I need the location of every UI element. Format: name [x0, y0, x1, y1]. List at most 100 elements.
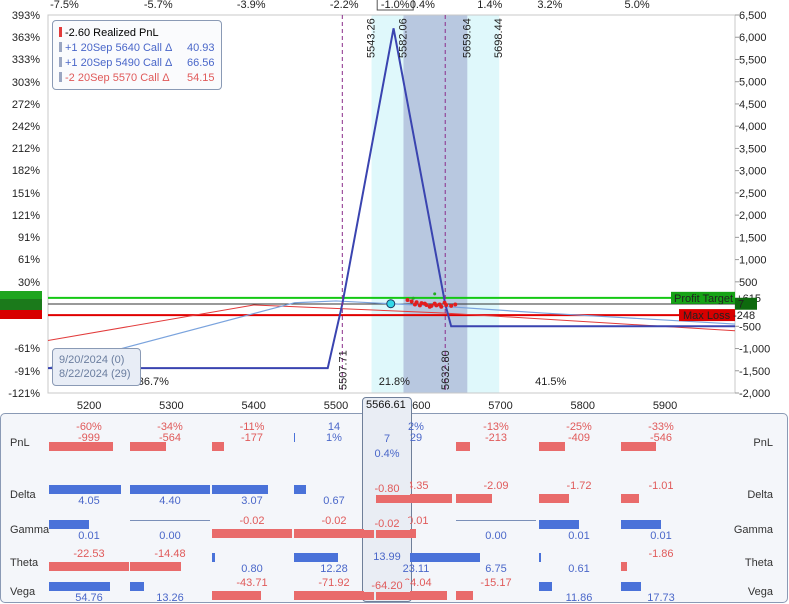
- sd-label: 5582.06: [397, 18, 409, 58]
- trade-dot: [412, 302, 417, 307]
- current-price-marker: [386, 299, 396, 309]
- x-tick-label: 5700: [488, 400, 512, 412]
- y-tick-label: 4,500: [739, 99, 767, 111]
- legend-item-2[interactable]: +1 20Sep 5490 Call Δ 66.56: [59, 57, 215, 69]
- top-pct-label: -5.7%: [144, 0, 173, 11]
- top-pct-label: 0.4%: [410, 0, 435, 11]
- zone-probability: 36.7%: [138, 376, 169, 388]
- y-pct-label: 91%: [18, 232, 40, 244]
- sd-bands: [371, 15, 500, 393]
- y-tick-label: 1,500: [739, 232, 767, 244]
- legend-item-value: 54.15: [187, 72, 215, 84]
- greek-bar: [130, 485, 210, 494]
- greek-value: -15.17: [480, 577, 512, 589]
- greek-label-left: Vega: [10, 586, 36, 598]
- current-greek-value: 7: [364, 433, 410, 445]
- y-tick-label: 3,500: [739, 143, 767, 155]
- greek-bar: [49, 562, 129, 571]
- y-tick-label: 3,000: [739, 166, 767, 178]
- greek-value: 3.07: [241, 495, 263, 507]
- profit-left-band: [0, 291, 42, 300]
- y-pct-label: -61%: [14, 343, 40, 355]
- trade-dot: [417, 303, 422, 308]
- greek-bar: [130, 520, 210, 521]
- current-price-label: 5566.61: [366, 399, 406, 411]
- greek-value: -1.01: [648, 480, 674, 492]
- x-tick-label: 5800: [571, 400, 595, 412]
- trade-dot: [427, 304, 432, 309]
- greek-value: 11.86: [565, 592, 593, 604]
- greek-bar: [621, 562, 628, 571]
- greek-bar: [294, 591, 374, 600]
- greek-bar: [539, 582, 552, 591]
- greek-label-left: PnL: [10, 437, 30, 449]
- top-pct-label: -3.9%: [237, 0, 266, 11]
- greek-bar: [49, 582, 110, 591]
- greek-label-left: Delta: [10, 489, 36, 501]
- legend-realized: -2.60 Realized PnL: [59, 27, 159, 39]
- greek-bar: [456, 553, 480, 562]
- date-selector[interactable]: 9/20/2024 (0) 8/22/2024 (29): [52, 348, 141, 386]
- greek-bar: [212, 591, 261, 600]
- zero-left-band: [0, 299, 42, 310]
- trade-dot: [422, 301, 427, 306]
- y-tick-label: 4,000: [739, 121, 767, 133]
- y-pct-label: -121%: [8, 388, 40, 400]
- greek-value: -0.02: [321, 515, 347, 527]
- greek-value-secondary: -213: [484, 432, 508, 444]
- greek-label-right: PnL: [753, 437, 773, 449]
- greek-label-right: Gamma: [733, 524, 773, 536]
- greek-value: -1.72: [566, 480, 592, 492]
- greek-bar: [294, 553, 338, 562]
- leg-marker: [59, 42, 62, 52]
- leg-marker: [59, 72, 62, 82]
- greek-value: -43.71: [236, 577, 268, 589]
- top-pct-label: 1.4%: [477, 0, 502, 11]
- trade-dot: [453, 302, 458, 307]
- sd-label: 5659.64: [461, 18, 473, 58]
- greek-bar: [49, 485, 121, 494]
- greek-label-right: Vega: [747, 586, 773, 598]
- breakeven-label: 5507.71: [337, 350, 349, 390]
- greek-value: 4.40: [159, 495, 181, 507]
- legend-item-text: +1 20Sep 5490 Call Δ: [65, 57, 173, 69]
- legend-item-3[interactable]: -2 20Sep 5570 Call Δ 54.15: [59, 72, 215, 84]
- greek-value: 0.01: [78, 530, 100, 542]
- greek-value-secondary: -999: [77, 432, 101, 444]
- loss-left-band: [0, 310, 42, 319]
- y-pct-label: 61%: [18, 254, 40, 266]
- greek-value: 0.67: [323, 495, 345, 507]
- y-tick-label: 5,500: [739, 54, 767, 66]
- legend: -2.60 Realized PnL +1 20Sep 5640 Call Δ …: [52, 20, 222, 90]
- y-pct-label: 242%: [12, 121, 40, 133]
- green-dot: [433, 292, 437, 296]
- x-tick-label: 5300: [159, 400, 183, 412]
- greek-label-right: Delta: [747, 489, 773, 501]
- y-pct-label: 30%: [18, 277, 40, 289]
- greek-bar: [621, 520, 661, 529]
- y-pct-label: 272%: [12, 99, 40, 111]
- legend-item-1[interactable]: +1 20Sep 5640 Call Δ 40.93: [59, 42, 215, 54]
- greek-label-left: Theta: [10, 557, 39, 569]
- top-pct-label: 3.2%: [537, 0, 562, 11]
- y-pct-label: 121%: [12, 210, 40, 222]
- green-dot: [411, 296, 415, 300]
- y-tick-label: 1,000: [739, 255, 767, 267]
- greek-bar: [376, 591, 448, 600]
- current-greek-value: -0.80: [364, 483, 410, 495]
- realized-marker: [59, 27, 62, 37]
- legend-item-value: 40.93: [187, 42, 215, 54]
- current-greek-value: 13.99: [364, 551, 410, 563]
- greek-bar: [130, 582, 145, 591]
- greek-value: 12.28: [320, 563, 348, 575]
- y-tick-label: -1,000: [739, 344, 770, 356]
- greek-value-secondary: 1%: [326, 432, 342, 444]
- top-pct-label: 5.0%: [625, 0, 650, 11]
- greek-value-secondary: -409: [567, 432, 591, 444]
- legend-item-value: 66.56: [187, 57, 215, 69]
- inner-sd-band: [403, 15, 468, 393]
- y-tick-label: -2,000: [739, 388, 770, 400]
- current-date: 8/22/2024 (29): [59, 368, 131, 380]
- trade-dot: [449, 303, 454, 308]
- greek-value: 54.76: [75, 592, 103, 604]
